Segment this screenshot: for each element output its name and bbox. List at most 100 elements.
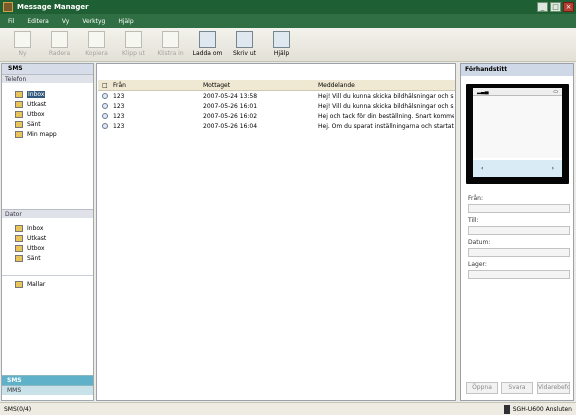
print-icon xyxy=(236,31,253,48)
window-title: Message Manager xyxy=(17,3,89,11)
copy-icon xyxy=(88,31,105,48)
templates-folder[interactable]: Mallar xyxy=(2,279,93,289)
phone-outbox-folder[interactable]: Utbox xyxy=(2,109,93,119)
status-bar: SMS(0/4) SGH-U600 Ansluten xyxy=(0,402,576,415)
telefon-section: Telefon xyxy=(2,74,93,83)
message-manager-window: Message Manager _ □ × Fil Editera Vy Ver… xyxy=(0,0,576,415)
app-logo-icon xyxy=(3,2,13,12)
message-text: Hej och tack för din beställning. Snart … xyxy=(318,113,454,120)
from-column-header[interactable]: Från xyxy=(113,82,126,89)
message-icon xyxy=(102,113,108,119)
phone-icon xyxy=(503,404,510,414)
to-field xyxy=(468,226,570,235)
sent-icon xyxy=(15,254,23,262)
new-button[interactable]: Ny xyxy=(4,28,41,60)
reload-icon xyxy=(199,31,216,48)
date-field xyxy=(468,248,570,257)
message-row[interactable]: 123 2007-05-26 16:04 Hej. Om du sparat i… xyxy=(98,122,455,131)
close-button[interactable]: × xyxy=(563,2,574,12)
menu-vy[interactable]: Vy xyxy=(62,18,70,25)
mms-tab[interactable]: MMS xyxy=(2,385,93,395)
print-button[interactable]: Skriv ut xyxy=(226,28,263,60)
delete-button[interactable]: Radera xyxy=(41,28,78,60)
message-row[interactable]: 123 2007-05-26 16:01 Hej! Vill du kunna … xyxy=(98,102,455,111)
paste-icon xyxy=(162,31,179,48)
title-bar: Message Manager _ □ × xyxy=(0,0,576,14)
phone-status-bar: ▂▃▄ ▭ xyxy=(473,88,562,96)
date-label: Datum: xyxy=(468,239,491,246)
message-from: 123 xyxy=(113,93,125,100)
inbox-icon xyxy=(15,224,23,232)
message-icon xyxy=(102,93,108,99)
connection-status: SGH-U600 Ansluten xyxy=(503,404,572,414)
pc-drafts-folder[interactable]: Utkast xyxy=(2,233,93,243)
from-field xyxy=(468,204,570,213)
storage-field xyxy=(468,270,570,279)
message-text: Hej! Vill du kunna skicka bildhälsningar… xyxy=(318,93,454,100)
message-from: 123 xyxy=(113,113,125,120)
reply-button[interactable]: Svara xyxy=(501,382,533,394)
minimize-button[interactable]: _ xyxy=(537,2,548,12)
outbox-icon xyxy=(15,110,23,118)
message-date: 2007-05-26 16:02 xyxy=(203,113,258,120)
pc-outbox-folder[interactable]: Utbox xyxy=(2,243,93,253)
cut-icon xyxy=(125,31,142,48)
menu-hjalp[interactable]: Hjälp xyxy=(118,18,133,25)
phone-sent-folder[interactable]: Sänt xyxy=(2,119,93,129)
phone-preview: ▂▃▄ ▭ ‹ › xyxy=(466,84,569,184)
menu-editera[interactable]: Editera xyxy=(27,18,48,25)
message-icon xyxy=(102,123,108,129)
reload-button[interactable]: Ladda om xyxy=(189,28,226,60)
menu-bar: Fil Editera Vy Verktyg Hjälp xyxy=(0,14,576,28)
message-date: 2007-05-26 16:01 xyxy=(203,103,258,110)
message-column-header[interactable]: Meddelande xyxy=(318,82,355,89)
message-list-pane: □ Från Mottaget Meddelande 123 2007-05-2… xyxy=(96,63,456,401)
sidebar: SMS Telefon Inbox Utkast Utbox Sänt Min … xyxy=(1,63,94,401)
message-from: 123 xyxy=(113,103,125,110)
message-text: Hej! Vill du kunna skicka bildhälsningar… xyxy=(318,103,454,110)
toolbar: Ny Radera Kopiera Klipp ut Klistra in La… xyxy=(0,28,576,62)
folder-icon xyxy=(15,130,23,138)
pc-sent-folder[interactable]: Sänt xyxy=(2,253,93,263)
sms-tab[interactable]: SMS xyxy=(2,375,93,385)
sms-header: SMS xyxy=(2,64,93,74)
left-arrow-icon: ‹ xyxy=(481,165,484,172)
phone-my-folder[interactable]: Min mapp xyxy=(2,129,93,139)
paste-button[interactable]: Klistra in xyxy=(152,28,189,60)
phone-drafts-folder[interactable]: Utkast xyxy=(2,99,93,109)
signal-icon: ▂▃▄ xyxy=(477,89,489,95)
message-icon xyxy=(102,103,108,109)
column-icon-header: □ xyxy=(102,82,108,89)
phone-softkeys: ‹ › xyxy=(473,160,562,177)
menu-fil[interactable]: Fil xyxy=(8,18,14,25)
open-button[interactable]: Öppna xyxy=(466,382,498,394)
maximize-button[interactable]: □ xyxy=(550,2,561,12)
message-from: 123 xyxy=(113,123,125,130)
cut-button[interactable]: Klipp ut xyxy=(115,28,152,60)
preview-pane: Förhandstitt ▂▃▄ ▭ ‹ › Från: Till: Datum… xyxy=(460,63,574,401)
help-button[interactable]: Hjälp xyxy=(263,28,300,60)
draft-icon xyxy=(15,234,23,242)
forward-button[interactable]: Vidarebefordra xyxy=(537,382,570,394)
copy-button[interactable]: Kopiera xyxy=(78,28,115,60)
outbox-icon xyxy=(15,244,23,252)
sms-count-status: SMS(0/4) xyxy=(4,405,32,413)
new-message-icon xyxy=(14,31,31,48)
preview-title: Förhandstitt xyxy=(461,64,573,76)
message-date: 2007-05-26 16:04 xyxy=(203,123,258,130)
message-row[interactable]: 123 2007-05-26 16:02 Hej och tack för di… xyxy=(98,112,455,121)
message-row[interactable]: 123 2007-05-24 13:58 Hej! Vill du kunna … xyxy=(98,92,455,101)
help-icon xyxy=(273,31,290,48)
dator-section: Dator xyxy=(2,209,93,218)
pc-inbox-folder[interactable]: Inbox xyxy=(2,223,93,233)
menu-verktyg[interactable]: Verktyg xyxy=(82,18,105,25)
phone-inbox-folder[interactable]: Inbox xyxy=(2,89,93,99)
message-date: 2007-05-24 13:58 xyxy=(203,93,258,100)
battery-icon: ▭ xyxy=(553,89,558,95)
date-column-header[interactable]: Mottaget xyxy=(203,82,230,89)
phone-message-area xyxy=(473,96,562,158)
phone-screen: ▂▃▄ ▭ ‹ › xyxy=(473,88,562,177)
from-label: Från: xyxy=(468,195,483,202)
draft-icon xyxy=(15,100,23,108)
bottom-tabs: SMS MMS xyxy=(2,375,93,395)
